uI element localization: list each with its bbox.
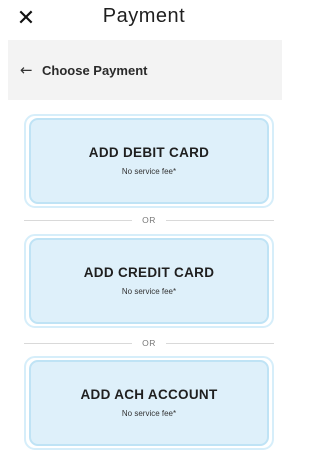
- top-bar: ✕ Payment: [0, 0, 288, 36]
- add-credit-card-button[interactable]: ADD CREDIT CARD No service fee*: [24, 234, 274, 328]
- divider-label: OR: [142, 215, 156, 225]
- card-title: ADD ACH ACCOUNT: [80, 387, 218, 402]
- add-debit-card-button[interactable]: ADD DEBIT CARD No service fee*: [24, 114, 274, 208]
- divider-line: [24, 219, 133, 221]
- arrow-left-icon[interactable]: ←: [20, 61, 36, 79]
- card-frame: [24, 114, 274, 208]
- add-ach-account-button[interactable]: ADD ACH ACCOUNT No service fee*: [24, 356, 274, 450]
- subheader-title: Choose Payment: [42, 62, 148, 78]
- card-title: ADD DEBIT CARD: [88, 145, 210, 160]
- card-subtitle: No service fee*: [121, 409, 177, 418]
- card-title: ADD CREDIT CARD: [83, 265, 215, 280]
- card-frame: [24, 356, 274, 450]
- divider-line: [24, 342, 133, 344]
- page-title: Payment: [102, 5, 186, 27]
- or-divider: OR: [24, 213, 274, 227]
- card-subtitle: No service fee*: [121, 167, 177, 176]
- divider-label: OR: [142, 338, 156, 348]
- divider-line: [165, 219, 274, 221]
- back-to-choose-payment[interactable]: ← Choose Payment: [8, 40, 282, 100]
- card-frame: [24, 234, 274, 328]
- payment-panel: ← Choose Payment ADD DEBIT CARD No servi…: [8, 40, 282, 467]
- or-divider: OR: [24, 336, 274, 350]
- divider-line: [165, 342, 274, 344]
- card-subtitle: No service fee*: [121, 287, 177, 296]
- payment-options: ADD DEBIT CARD No service fee* OR ADD CR…: [8, 100, 282, 467]
